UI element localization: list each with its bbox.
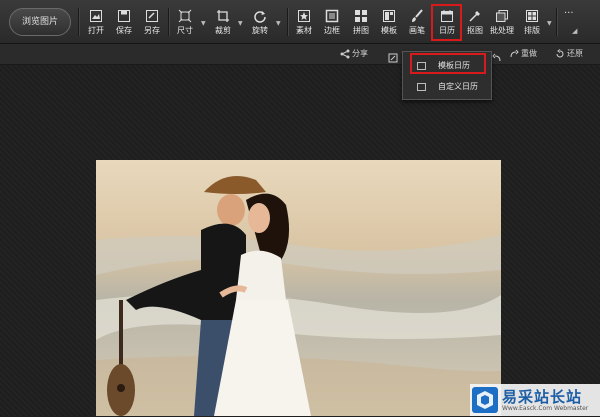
layout-label: 排版 [524,26,540,35]
cutout-label: 抠图 [467,26,483,35]
share-icon [340,49,350,58]
share-button[interactable]: 分享 [340,48,368,59]
material-button[interactable]: 素材 [291,9,317,39]
template-icon [383,10,395,22]
collage-label: 拼图 [353,26,369,35]
crop-dropdown-caret[interactable]: ▼ [238,20,243,27]
material-label: 素材 [296,26,312,35]
save-button[interactable]: 保存 [111,9,137,39]
redo-icon [510,49,519,57]
custom-calendar-icon [417,83,426,91]
site-logo-icon [472,387,498,413]
layout-button[interactable]: 排版 [519,9,545,39]
open-label: 打开 [88,26,104,35]
save-as-icon [146,10,158,22]
restore-button[interactable]: 还原 [555,48,583,59]
main-toolbar: 浏览图片 打开 保存 另存 尺寸 ▼ 裁剪 ▼ 旋转 ▼ 素材 边框 拼图 模板… [0,0,600,44]
toolbar-separator [556,8,558,36]
rotate-button[interactable]: 旋转 [247,9,273,39]
open-button[interactable]: 打开 [83,9,109,39]
toolbar-separator [168,8,170,36]
watermark-title: 易采站长站 [502,388,583,406]
watermark-subtitle: Www.Easck.Com Webmaster [502,405,589,412]
custom-calendar-label: 自定义日历 [438,82,478,91]
frame-label: 边框 [324,26,340,35]
more-tools-button[interactable]: ··· [564,8,574,19]
share-label: 分享 [352,49,368,58]
resize-label: 尺寸 [177,26,193,35]
brush-label: 画笔 [409,26,425,35]
frame-icon [325,9,339,23]
restore-label: 还原 [567,49,583,58]
batch-button[interactable]: 批处理 [489,9,515,39]
batch-label: 批处理 [490,26,514,35]
toolbar-separator [78,8,80,36]
crop-icon [217,10,229,22]
rotate-dropdown-caret[interactable]: ▼ [276,20,281,27]
layout-icon [526,10,538,22]
brush-icon [412,9,423,22]
template-label: 模板 [381,26,397,35]
rotate-label: 旋转 [252,26,268,35]
batch-icon [496,10,508,22]
photo-preview [96,160,501,416]
brush-button[interactable]: 画笔 [404,9,430,39]
save-as-label: 另存 [144,26,160,35]
crop-label: 裁剪 [215,26,231,35]
site-watermark: 易采站长站 Www.Easck.Com Webmaster [470,384,600,416]
layout-dropdown-caret[interactable]: ▼ [547,20,552,27]
rotate-icon [254,11,266,23]
crop-button[interactable]: 裁剪 [210,9,236,39]
cutout-icon [469,11,480,22]
resize-icon [178,9,192,23]
resize-dropdown-caret[interactable]: ▼ [201,20,206,27]
custom-calendar-item[interactable]: 自定义日历 [407,78,487,96]
template-button[interactable]: 模板 [376,9,402,39]
expand-arrow-icon[interactable]: ◢ [572,27,577,35]
resize-button[interactable]: 尺寸 [172,9,198,39]
save-label: 保存 [116,26,132,35]
redo-button[interactable]: 重做 [509,48,537,59]
cutout-button[interactable]: 抠图 [462,9,488,39]
action-bar: 分享 重做 还原 [0,44,600,65]
restore-icon [556,48,564,57]
grid-icon [355,10,367,22]
browse-images-button[interactable]: 浏览图片 [9,8,71,36]
star-icon [298,10,310,22]
template-calendar-highlight-box [410,53,486,74]
frame-button[interactable]: 边框 [319,9,345,39]
toolbar-separator [287,8,289,36]
save-as-button[interactable]: 另存 [139,9,165,39]
open-image-icon [90,10,102,22]
calendar-highlight-box [431,4,462,41]
collage-button[interactable]: 拼图 [348,9,374,39]
save-icon [118,10,130,22]
redo-label: 重做 [521,49,537,58]
